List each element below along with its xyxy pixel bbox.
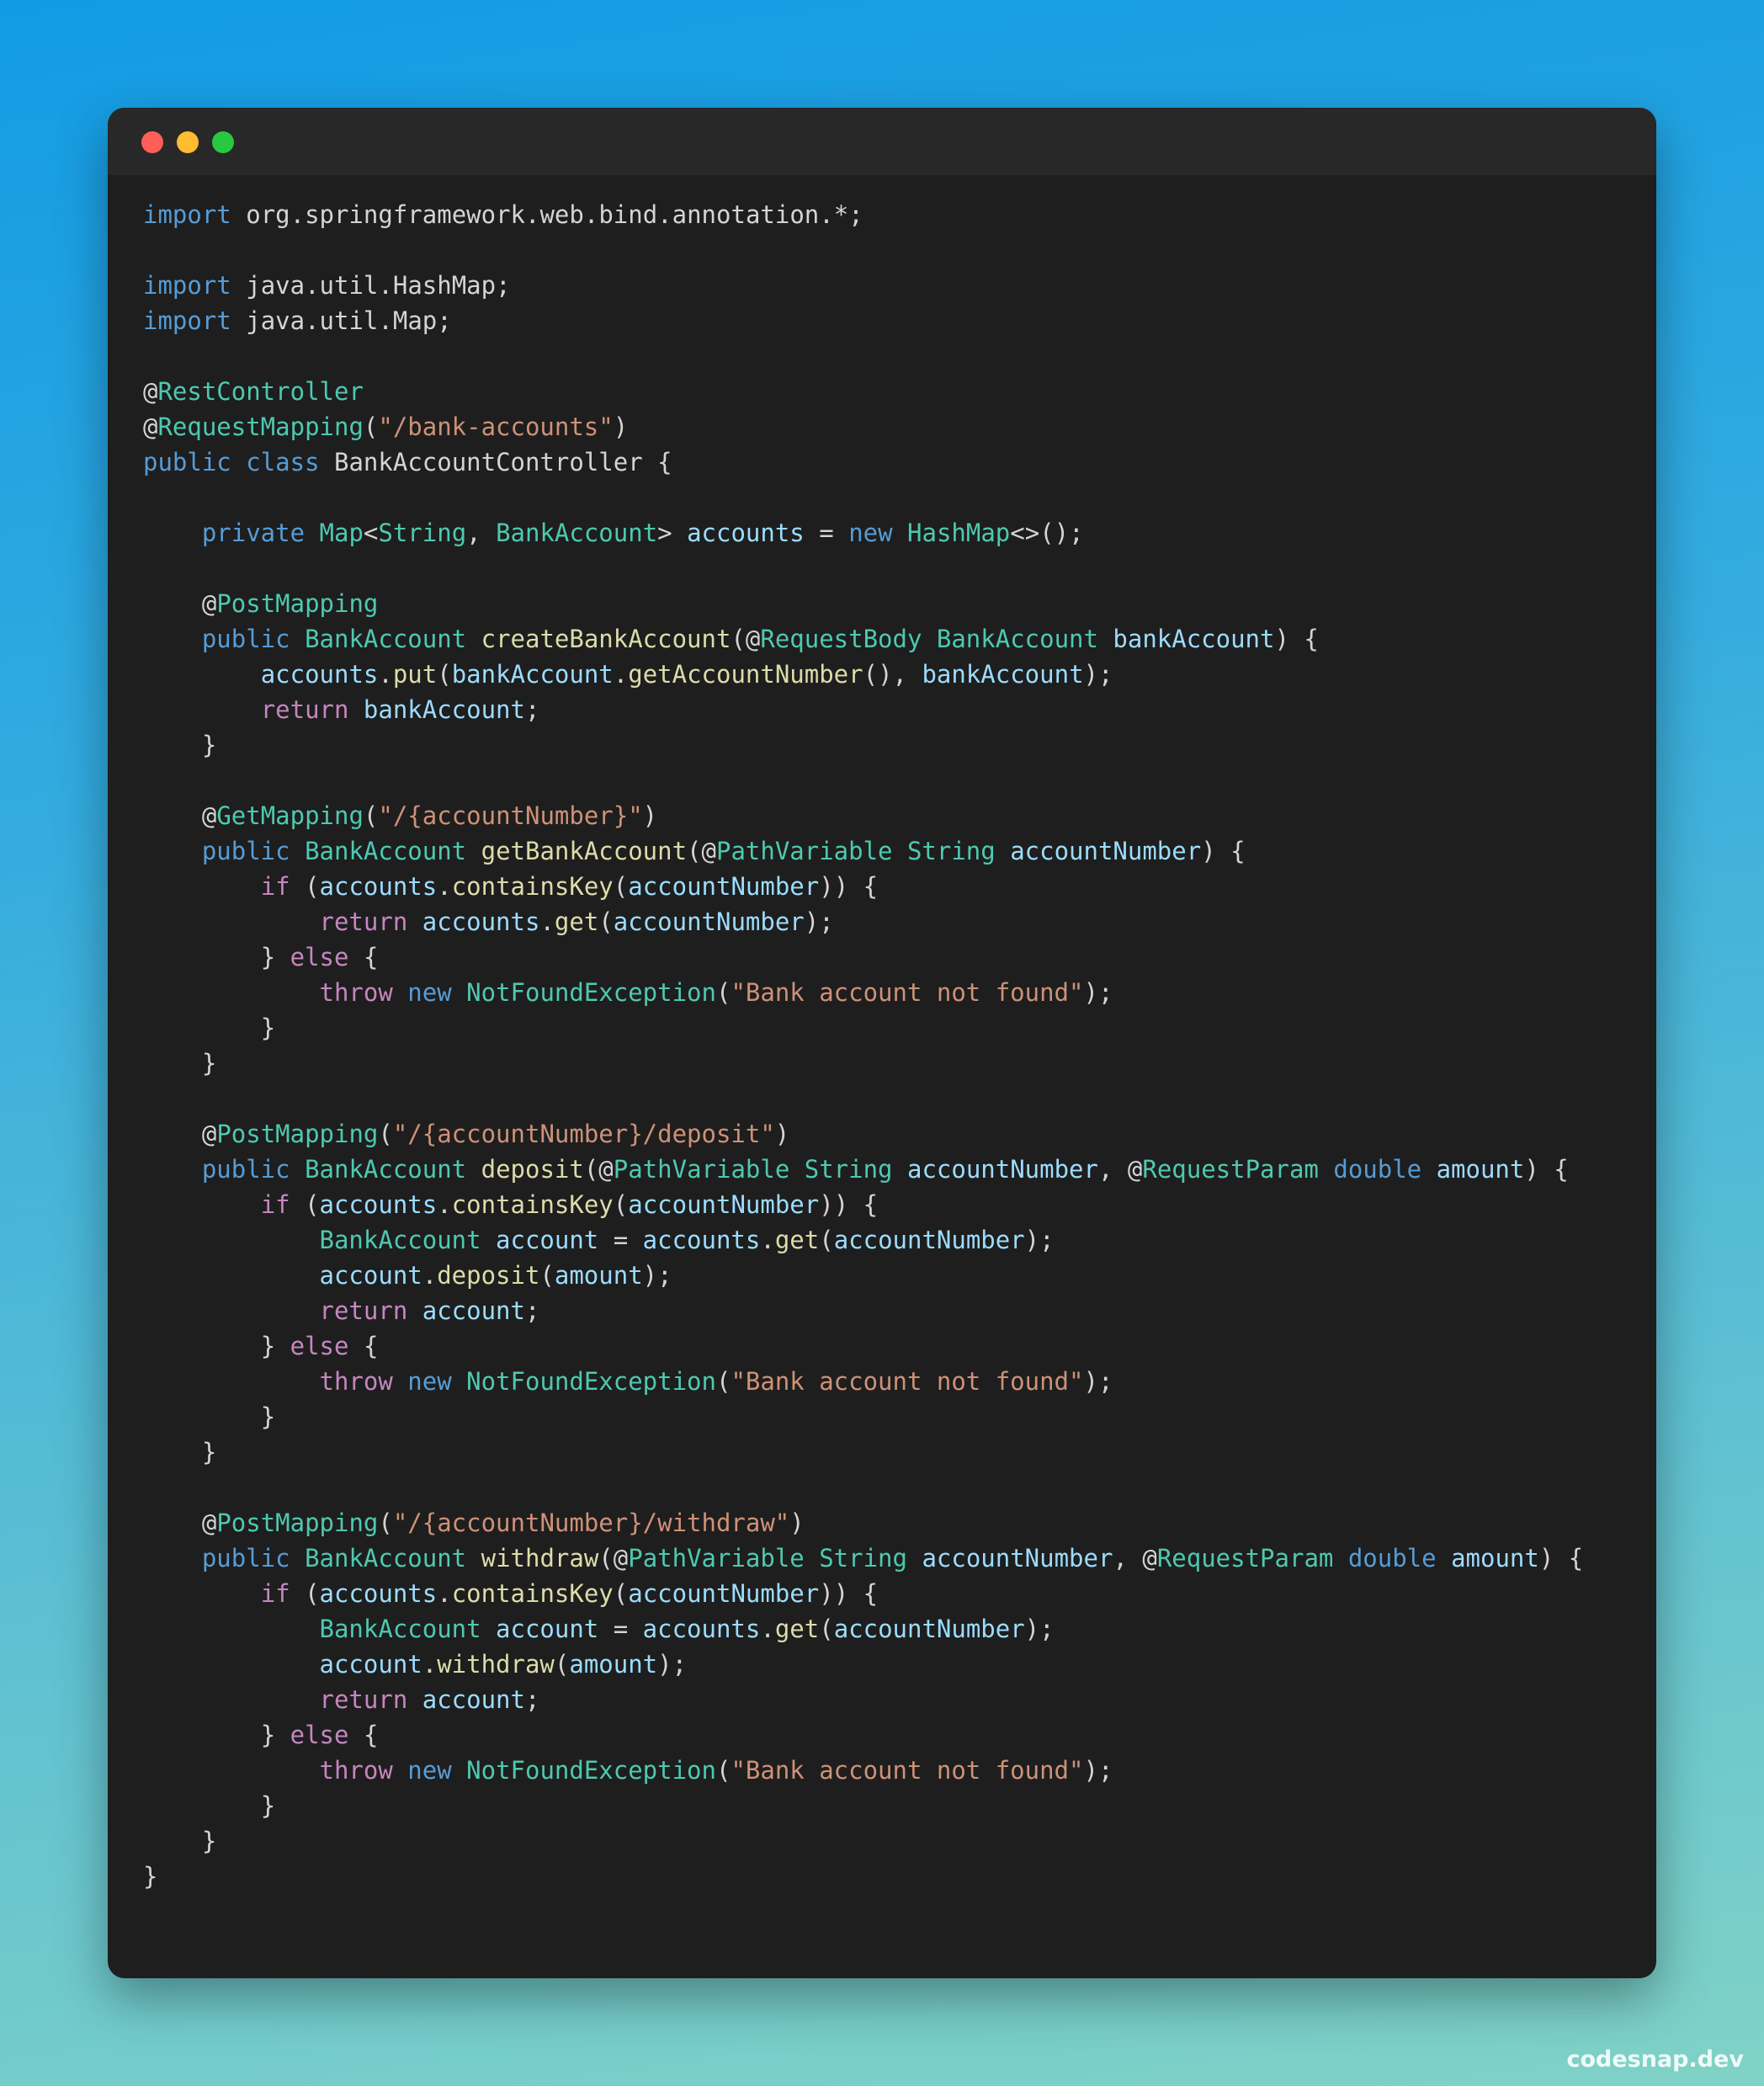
code-line: } [260,1014,276,1042]
code-line: } else { [260,1332,379,1360]
code-line: if (accounts.containsKey(accountNumber))… [260,1579,879,1608]
code-line: @RequestMapping("/bank-accounts") [143,412,629,441]
close-icon [141,131,163,153]
code-line: return account; [319,1685,540,1714]
code-line: public class BankAccountController { [143,448,672,476]
code-line: public BankAccount createBankAccount(@Re… [201,625,1319,653]
code-line: } [201,1827,217,1855]
code-line: @RestController [143,377,364,406]
code-window: import org.springframework.web.bind.anno… [108,108,1656,1978]
code-line: return bankAccount; [260,695,540,724]
code-line: import java.util.Map; [143,306,452,335]
code-line: @PostMapping("/{accountNumber}/withdraw"… [201,1509,805,1537]
watermark: codesnap.dev [1566,2046,1744,2073]
code-line: public BankAccount getBankAccount(@PathV… [201,837,1246,865]
code-line: private Map<String, BankAccount> account… [201,519,1084,547]
code-line: throw new NotFoundException("Bank accoun… [319,1367,1113,1396]
code-line: account.deposit(amount); [319,1261,672,1290]
code-line: } [201,731,217,759]
code-line: } [201,1049,217,1078]
code-line: import java.util.HashMap; [143,271,511,300]
window-titlebar [108,108,1656,175]
code-line: import org.springframework.web.bind.anno… [143,200,863,229]
code-line: } [201,1438,217,1466]
code-line: BankAccount account = accounts.get(accou… [319,1615,1055,1643]
code-line: @PostMapping [201,589,379,618]
code-block: import org.springframework.web.bind.anno… [143,197,1583,1894]
code-line: account.withdraw(amount); [319,1650,688,1679]
code-line: BankAccount account = accounts.get(accou… [319,1226,1055,1254]
code-line: accounts.put(bankAccount.getAccountNumbe… [260,660,1113,689]
code-line: return account; [319,1296,540,1325]
code-line: if (accounts.containsKey(accountNumber))… [260,872,879,901]
code-line: @GetMapping("/{accountNumber}") [201,801,658,830]
code-line: throw new NotFoundException("Bank accoun… [319,1756,1113,1785]
code-line: } [143,1862,158,1891]
code-line: throw new NotFoundException("Bank accoun… [319,978,1113,1007]
code-line: } [260,1791,276,1820]
code-line: @PostMapping("/{accountNumber}/deposit") [201,1120,790,1148]
code-line: public BankAccount withdraw(@PathVariabl… [201,1544,1584,1572]
maximize-icon [212,131,234,153]
code-line: if (accounts.containsKey(accountNumber))… [260,1190,879,1219]
code-line: return accounts.get(accountNumber); [319,907,834,936]
code-line: public BankAccount deposit(@PathVariable… [201,1155,1569,1184]
code-line: } [260,1402,276,1431]
minimize-icon [177,131,199,153]
code-line: } else { [260,1721,379,1749]
code-line: } else { [260,943,379,971]
